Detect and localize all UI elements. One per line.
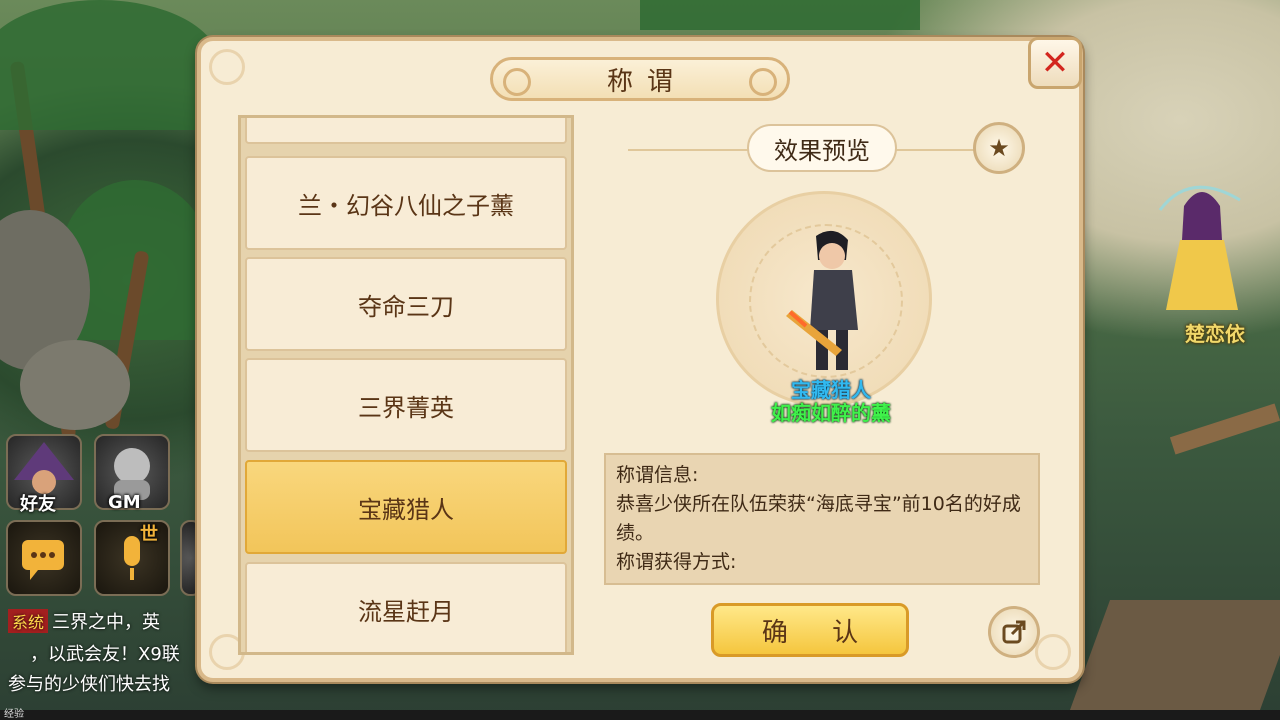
confirm-button[interactable]: 确 认 <box>711 603 909 657</box>
world-channel-label: 世 <box>140 524 158 545</box>
chat-bubble-icon <box>22 540 64 580</box>
system-tag: 系统 <box>8 609 49 633</box>
chat-line-2: ，以武会友！X9联 <box>30 644 180 665</box>
info-acquire-label: 称谓获得方式: <box>616 551 737 573</box>
title-list-item[interactable]: 兰・幻谷八仙之子薰 <box>245 156 567 250</box>
preview-label: 效果预览 <box>747 124 897 172</box>
friends-label: 好友 <box>20 494 56 515</box>
title-dialog: 称谓 兰・幻谷八仙之子薰 夺命三刀 三界菁英 宝藏猎人 流星赶月 效果预览 ★ … <box>197 37 1083 682</box>
title-list-item[interactable]: 三界菁英 <box>245 358 567 452</box>
corner-ornament <box>1035 634 1071 670</box>
wooden-dock <box>1069 600 1280 710</box>
chat-line-1: 系统 三界之中，英 <box>8 608 160 634</box>
close-button[interactable]: ✕ <box>1028 37 1082 89</box>
cloud-ornament-icon <box>503 68 531 96</box>
favorite-button[interactable]: ★ <box>973 122 1025 174</box>
palm-leaves <box>640 0 920 30</box>
exp-label: 经验 <box>4 709 24 720</box>
title-list[interactable]: 兰・幻谷八仙之子薰 夺命三刀 三界菁英 宝藏猎人 流星赶月 <box>238 115 574 655</box>
title-list-item[interactable]: 夺命三刀 <box>245 257 567 351</box>
voice-button[interactable] <box>94 520 170 596</box>
star-icon: ★ <box>988 134 1010 162</box>
wooden-plank <box>1169 403 1280 455</box>
chat-line-3: 参与的少侠们快去找 <box>8 674 170 695</box>
title-list-item[interactable] <box>245 118 567 144</box>
title-list-item-selected[interactable]: 宝藏猎人 <box>245 460 567 554</box>
rock <box>20 340 130 430</box>
title-info-box: 称谓信息: 恭喜少侠所在队伍荣获“海底寻宝”前10名的好成绩。 称谓获得方式: <box>604 453 1040 585</box>
share-icon <box>1002 620 1026 644</box>
title-list-item[interactable]: 流星赶月 <box>245 562 567 652</box>
share-button[interactable] <box>988 606 1040 658</box>
info-header: 称谓信息: <box>616 464 699 486</box>
gm-label: GM <box>108 492 141 513</box>
npc-character[interactable] <box>1150 170 1250 320</box>
hero-character <box>786 230 858 370</box>
dialog-title: 称谓 <box>606 66 687 97</box>
npc-name: 楚恋依 <box>1185 322 1245 346</box>
exp-bar <box>0 710 1280 720</box>
hero-name-text: 如痴如醉的薰 <box>771 401 891 425</box>
chat-button[interactable] <box>6 520 82 596</box>
palm-leaves <box>0 0 220 130</box>
chat-text: 三界之中，英 <box>52 612 161 633</box>
close-icon: ✕ <box>1040 43 1070 83</box>
info-description: 恭喜少侠所在队伍荣获“海底寻宝”前10名的好成绩。 <box>616 493 1021 544</box>
corner-ornament <box>209 49 245 85</box>
cloud-ornament-icon <box>749 68 777 96</box>
dialog-title-plate: 称谓 <box>490 57 790 101</box>
